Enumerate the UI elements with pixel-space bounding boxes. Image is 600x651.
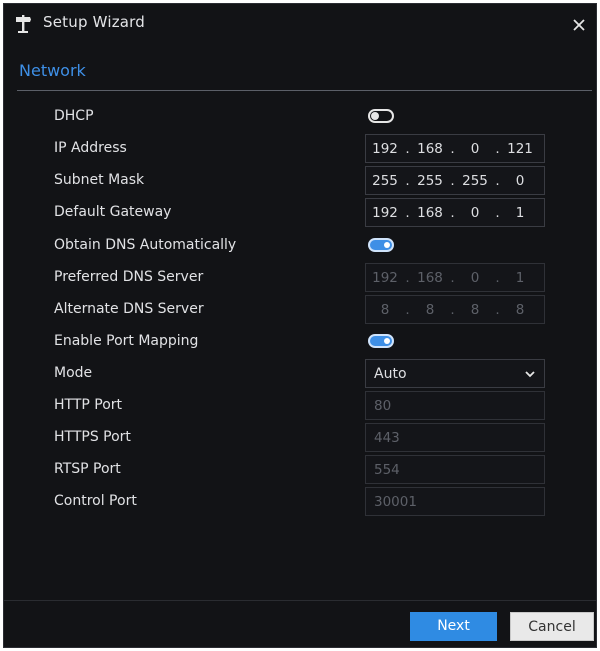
dialog-title: Setup Wizard xyxy=(43,13,145,31)
dhcp-toggle[interactable] xyxy=(368,109,394,123)
ip-octet-2[interactable]: 168 xyxy=(411,141,449,157)
obtain-dns-label: Obtain DNS Automatically xyxy=(54,237,237,253)
ip-address-input[interactable]: 192. 168. 0. 121 xyxy=(365,134,545,163)
http-port-label: HTTP Port xyxy=(54,397,123,413)
gateway-octet-3[interactable]: 0 xyxy=(456,205,494,221)
row-default-gateway: Default Gateway 192. 168. 0. 1 xyxy=(4,197,598,229)
dhcp-label: DHCP xyxy=(54,108,94,124)
subnet-mask-input[interactable]: 255. 255. 255. 0 xyxy=(365,166,545,195)
subnet-mask-label: Subnet Mask xyxy=(54,172,145,188)
https-port-label: HTTPS Port xyxy=(54,429,131,445)
port-mapping-toggle[interactable] xyxy=(368,334,394,348)
preferred-dns-octet-4: 1 xyxy=(515,269,525,286)
alternate-dns-octet-2: 8 xyxy=(425,301,435,318)
subnet-octet-4[interactable]: 0 xyxy=(501,173,539,189)
row-ip-address: IP Address 192. 168. 0. 121 xyxy=(4,133,598,165)
preferred-dns-octet-3: 0 xyxy=(470,269,480,286)
setup-wizard-dialog: Setup Wizard Network DHCP IP Address 192… xyxy=(3,3,597,648)
row-control-port: Control Port 30001 xyxy=(4,486,598,518)
gateway-octet-4[interactable]: 1 xyxy=(501,205,539,221)
alternate-dns-label: Alternate DNS Server xyxy=(54,301,204,317)
footer-divider xyxy=(4,600,596,601)
tab-network[interactable]: Network xyxy=(19,61,86,80)
https-port-input: 443 xyxy=(365,423,545,452)
ip-octet-1[interactable]: 192 xyxy=(366,141,404,157)
subnet-octet-1[interactable]: 255 xyxy=(366,173,404,189)
ip-octet-3[interactable]: 0 xyxy=(456,141,494,157)
gateway-octet-2[interactable]: 168 xyxy=(411,205,449,221)
mode-selected-value: Auto xyxy=(374,366,407,382)
close-icon[interactable] xyxy=(570,16,588,34)
control-port-input: 30001 xyxy=(365,487,545,516)
preferred-dns-input: 192. 168. 0. 1 xyxy=(365,263,545,292)
row-http-port: HTTP Port 80 xyxy=(4,390,598,422)
preferred-dns-label: Preferred DNS Server xyxy=(54,269,204,285)
subnet-octet-2[interactable]: 255 xyxy=(411,173,449,189)
port-mapping-label: Enable Port Mapping xyxy=(54,333,199,349)
control-port-value: 30001 xyxy=(374,494,417,510)
http-port-value: 80 xyxy=(374,398,392,414)
signpost-icon xyxy=(16,15,31,33)
row-subnet-mask: Subnet Mask 255. 255. 255. 0 xyxy=(4,165,598,197)
next-button[interactable]: Next xyxy=(410,612,497,641)
rtsp-port-label: RTSP Port xyxy=(54,461,121,477)
https-port-value: 443 xyxy=(374,430,400,446)
title-bar: Setup Wizard xyxy=(4,4,596,44)
row-mode: Mode Auto xyxy=(4,358,598,390)
alternate-dns-octet-1: 8 xyxy=(380,301,390,318)
obtain-dns-toggle[interactable] xyxy=(368,238,394,252)
row-preferred-dns: Preferred DNS Server 192. 168. 0. 1 xyxy=(4,262,598,294)
alternate-dns-input: 8. 8. 8. 8 xyxy=(365,295,545,324)
preferred-dns-octet-2: 168 xyxy=(417,269,443,286)
row-alternate-dns: Alternate DNS Server 8. 8. 8. 8 xyxy=(4,294,598,326)
rtsp-port-input: 554 xyxy=(365,455,545,484)
row-dhcp: DHCP xyxy=(4,101,598,133)
mode-label: Mode xyxy=(54,365,93,381)
alternate-dns-octet-4: 8 xyxy=(515,301,525,318)
chevron-down-icon xyxy=(525,371,535,378)
ip-address-label: IP Address xyxy=(54,140,127,156)
rtsp-port-value: 554 xyxy=(374,462,400,478)
subnet-octet-3[interactable]: 255 xyxy=(456,173,494,189)
gateway-octet-1[interactable]: 192 xyxy=(366,205,404,221)
alternate-dns-octet-3: 8 xyxy=(470,301,480,318)
tab-divider xyxy=(17,90,592,91)
control-port-label: Control Port xyxy=(54,493,137,509)
row-obtain-dns: Obtain DNS Automatically xyxy=(4,230,598,262)
cancel-button[interactable]: Cancel xyxy=(510,612,594,641)
default-gateway-label: Default Gateway xyxy=(54,204,172,220)
row-https-port: HTTPS Port 443 xyxy=(4,422,598,454)
preferred-dns-octet-1: 192 xyxy=(372,269,398,286)
http-port-input: 80 xyxy=(365,391,545,420)
ip-octet-4[interactable]: 121 xyxy=(501,141,539,157)
default-gateway-input[interactable]: 192. 168. 0. 1 xyxy=(365,198,545,227)
mode-select[interactable]: Auto xyxy=(365,359,545,388)
row-rtsp-port: RTSP Port 554 xyxy=(4,454,598,486)
row-port-mapping: Enable Port Mapping xyxy=(4,326,598,358)
